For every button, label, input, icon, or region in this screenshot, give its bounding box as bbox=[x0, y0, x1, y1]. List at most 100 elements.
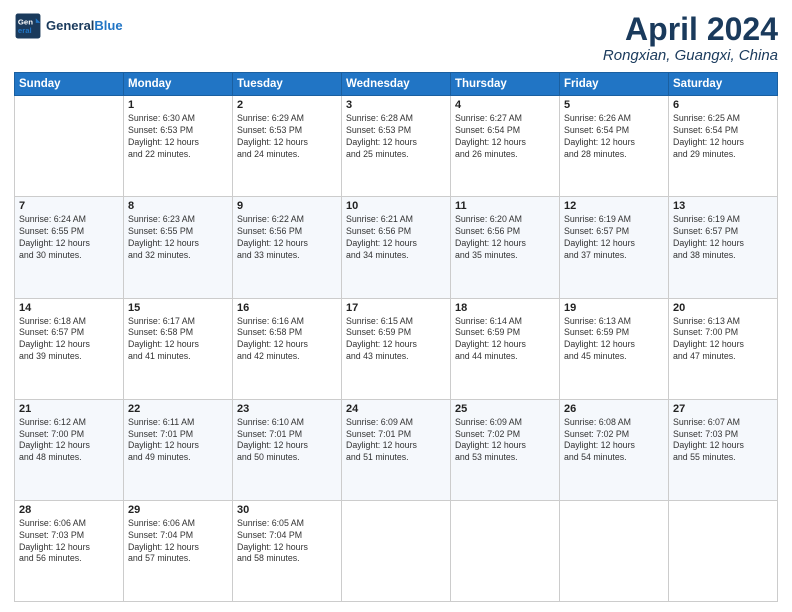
day-info: Sunrise: 6:18 AMSunset: 6:57 PMDaylight:… bbox=[19, 316, 119, 364]
day-number: 29 bbox=[128, 504, 228, 516]
day-number: 5 bbox=[564, 99, 664, 111]
day-number: 4 bbox=[455, 99, 555, 111]
day-info: Sunrise: 6:19 AMSunset: 6:57 PMDaylight:… bbox=[673, 214, 773, 262]
day-info: Sunrise: 6:17 AMSunset: 6:58 PMDaylight:… bbox=[128, 316, 228, 364]
day-info: Sunrise: 6:29 AMSunset: 6:53 PMDaylight:… bbox=[237, 113, 337, 161]
calendar-cell bbox=[560, 500, 669, 601]
calendar-cell: 30Sunrise: 6:05 AMSunset: 7:04 PMDayligh… bbox=[233, 500, 342, 601]
svg-text:Gen: Gen bbox=[18, 17, 33, 26]
day-info: Sunrise: 6:25 AMSunset: 6:54 PMDaylight:… bbox=[673, 113, 773, 161]
calendar-week-row: 28Sunrise: 6:06 AMSunset: 7:03 PMDayligh… bbox=[15, 500, 778, 601]
calendar-week-row: 14Sunrise: 6:18 AMSunset: 6:57 PMDayligh… bbox=[15, 298, 778, 399]
day-info: Sunrise: 6:21 AMSunset: 6:56 PMDaylight:… bbox=[346, 214, 446, 262]
day-info: Sunrise: 6:06 AMSunset: 7:04 PMDaylight:… bbox=[128, 518, 228, 566]
calendar-week-row: 1 Sunrise: 6:30 AMSunset: 6:53 PMDaylight… bbox=[15, 96, 778, 197]
calendar-cell: 24 Sunrise: 6:09 AMSunset: 7:01 PMDayligh… bbox=[342, 399, 451, 500]
title-block: April 2024 Rongxian, Guangxi, China bbox=[603, 12, 778, 64]
day-number: 10 bbox=[346, 200, 446, 212]
calendar-cell: 2 Sunrise: 6:29 AMSunset: 6:53 PMDaylight… bbox=[233, 96, 342, 197]
logo: Gen eral GeneralBlue bbox=[14, 12, 123, 40]
day-info: Sunrise: 6:20 AMSunset: 6:56 PMDaylight:… bbox=[455, 214, 555, 262]
calendar-week-row: 21 Sunrise: 6:12 AMSunset: 7:00 PMDayligh… bbox=[15, 399, 778, 500]
weekday-header-saturday: Saturday bbox=[669, 73, 778, 96]
weekday-header-sunday: Sunday bbox=[15, 73, 124, 96]
day-number: 18 bbox=[455, 302, 555, 314]
day-number: 22 bbox=[128, 403, 228, 415]
day-number: 16 bbox=[237, 302, 337, 314]
calendar-cell: 10 Sunrise: 6:21 AMSunset: 6:56 PMDayligh… bbox=[342, 197, 451, 298]
calendar-cell bbox=[451, 500, 560, 601]
day-number: 26 bbox=[564, 403, 664, 415]
calendar-cell: 19 Sunrise: 6:13 AMSunset: 6:59 PMDayligh… bbox=[560, 298, 669, 399]
calendar-cell: 29 Sunrise: 6:06 AMSunset: 7:04 PMDayligh… bbox=[124, 500, 233, 601]
calendar-week-row: 7Sunrise: 6:24 AMSunset: 6:55 PMDaylight… bbox=[15, 197, 778, 298]
day-info: Sunrise: 6:06 AMSunset: 7:03 PMDaylight:… bbox=[19, 518, 119, 566]
day-info: Sunrise: 6:14 AMSunset: 6:59 PMDaylight:… bbox=[455, 316, 555, 364]
day-number: 20 bbox=[673, 302, 773, 314]
day-number: 11 bbox=[455, 200, 555, 212]
day-number: 12 bbox=[564, 200, 664, 212]
day-number: 2 bbox=[237, 99, 337, 111]
calendar-cell: 1 Sunrise: 6:30 AMSunset: 6:53 PMDaylight… bbox=[124, 96, 233, 197]
calendar-cell: 13 Sunrise: 6:19 AMSunset: 6:57 PMDayligh… bbox=[669, 197, 778, 298]
page: Gen eral GeneralBlue April 2024 Rongxian… bbox=[0, 0, 792, 612]
day-number: 9 bbox=[237, 200, 337, 212]
calendar-cell: 17Sunrise: 6:15 AMSunset: 6:59 PMDayligh… bbox=[342, 298, 451, 399]
day-info: Sunrise: 6:30 AMSunset: 6:53 PMDaylight:… bbox=[128, 113, 228, 161]
day-info: Sunrise: 6:23 AMSunset: 6:55 PMDaylight:… bbox=[128, 214, 228, 262]
day-info: Sunrise: 6:13 AMSunset: 6:59 PMDaylight:… bbox=[564, 316, 664, 364]
calendar-cell: 9 Sunrise: 6:22 AMSunset: 6:56 PMDaylight… bbox=[233, 197, 342, 298]
month-title: April 2024 bbox=[603, 12, 778, 47]
day-number: 21 bbox=[19, 403, 119, 415]
calendar-cell: 25Sunrise: 6:09 AMSunset: 7:02 PMDayligh… bbox=[451, 399, 560, 500]
calendar-cell: 22 Sunrise: 6:11 AMSunset: 7:01 PMDayligh… bbox=[124, 399, 233, 500]
weekday-header-wednesday: Wednesday bbox=[342, 73, 451, 96]
calendar-cell: 26Sunrise: 6:08 AMSunset: 7:02 PMDayligh… bbox=[560, 399, 669, 500]
logo-name: GeneralBlue bbox=[46, 18, 123, 34]
weekday-header-monday: Monday bbox=[124, 73, 233, 96]
calendar-cell: 23 Sunrise: 6:10 AMSunset: 7:01 PMDayligh… bbox=[233, 399, 342, 500]
day-info: Sunrise: 6:22 AMSunset: 6:56 PMDaylight:… bbox=[237, 214, 337, 262]
weekday-header-friday: Friday bbox=[560, 73, 669, 96]
day-number: 1 bbox=[128, 99, 228, 111]
day-number: 13 bbox=[673, 200, 773, 212]
calendar-header-row: SundayMondayTuesdayWednesdayThursdayFrid… bbox=[15, 73, 778, 96]
day-info: Sunrise: 6:13 AMSunset: 7:00 PMDaylight:… bbox=[673, 316, 773, 364]
day-number: 27 bbox=[673, 403, 773, 415]
calendar-cell bbox=[15, 96, 124, 197]
day-info: Sunrise: 6:05 AMSunset: 7:04 PMDaylight:… bbox=[237, 518, 337, 566]
day-info: Sunrise: 6:12 AMSunset: 7:00 PMDaylight:… bbox=[19, 417, 119, 465]
calendar-cell bbox=[342, 500, 451, 601]
calendar-cell: 4 Sunrise: 6:27 AMSunset: 6:54 PMDaylight… bbox=[451, 96, 560, 197]
calendar-cell: 15 Sunrise: 6:17 AMSunset: 6:58 PMDayligh… bbox=[124, 298, 233, 399]
calendar-cell: 14Sunrise: 6:18 AMSunset: 6:57 PMDayligh… bbox=[15, 298, 124, 399]
calendar-cell: 7Sunrise: 6:24 AMSunset: 6:55 PMDaylight… bbox=[15, 197, 124, 298]
calendar-cell: 21 Sunrise: 6:12 AMSunset: 7:00 PMDayligh… bbox=[15, 399, 124, 500]
day-info: Sunrise: 6:07 AMSunset: 7:03 PMDaylight:… bbox=[673, 417, 773, 465]
calendar-table: SundayMondayTuesdayWednesdayThursdayFrid… bbox=[14, 72, 778, 602]
day-info: Sunrise: 6:10 AMSunset: 7:01 PMDaylight:… bbox=[237, 417, 337, 465]
calendar-cell: 18 Sunrise: 6:14 AMSunset: 6:59 PMDayligh… bbox=[451, 298, 560, 399]
day-info: Sunrise: 6:16 AMSunset: 6:58 PMDaylight:… bbox=[237, 316, 337, 364]
day-number: 19 bbox=[564, 302, 664, 314]
day-number: 8 bbox=[128, 200, 228, 212]
day-number: 6 bbox=[673, 99, 773, 111]
header: Gen eral GeneralBlue April 2024 Rongxian… bbox=[14, 12, 778, 64]
calendar-cell: 16 Sunrise: 6:16 AMSunset: 6:58 PMDayligh… bbox=[233, 298, 342, 399]
day-info: Sunrise: 6:09 AMSunset: 7:01 PMDaylight:… bbox=[346, 417, 446, 465]
calendar-cell: 20 Sunrise: 6:13 AMSunset: 7:00 PMDayligh… bbox=[669, 298, 778, 399]
day-info: Sunrise: 6:27 AMSunset: 6:54 PMDaylight:… bbox=[455, 113, 555, 161]
location-title: Rongxian, Guangxi, China bbox=[603, 47, 778, 64]
calendar-cell: 6 Sunrise: 6:25 AMSunset: 6:54 PMDaylight… bbox=[669, 96, 778, 197]
day-number: 15 bbox=[128, 302, 228, 314]
day-info: Sunrise: 6:09 AMSunset: 7:02 PMDaylight:… bbox=[455, 417, 555, 465]
day-number: 3 bbox=[346, 99, 446, 111]
day-number: 24 bbox=[346, 403, 446, 415]
day-info: Sunrise: 6:11 AMSunset: 7:01 PMDaylight:… bbox=[128, 417, 228, 465]
calendar-cell: 11 Sunrise: 6:20 AMSunset: 6:56 PMDayligh… bbox=[451, 197, 560, 298]
logo-icon: Gen eral bbox=[14, 12, 42, 40]
weekday-header-thursday: Thursday bbox=[451, 73, 560, 96]
day-number: 23 bbox=[237, 403, 337, 415]
calendar-cell: 12Sunrise: 6:19 AMSunset: 6:57 PMDayligh… bbox=[560, 197, 669, 298]
calendar-cell bbox=[669, 500, 778, 601]
